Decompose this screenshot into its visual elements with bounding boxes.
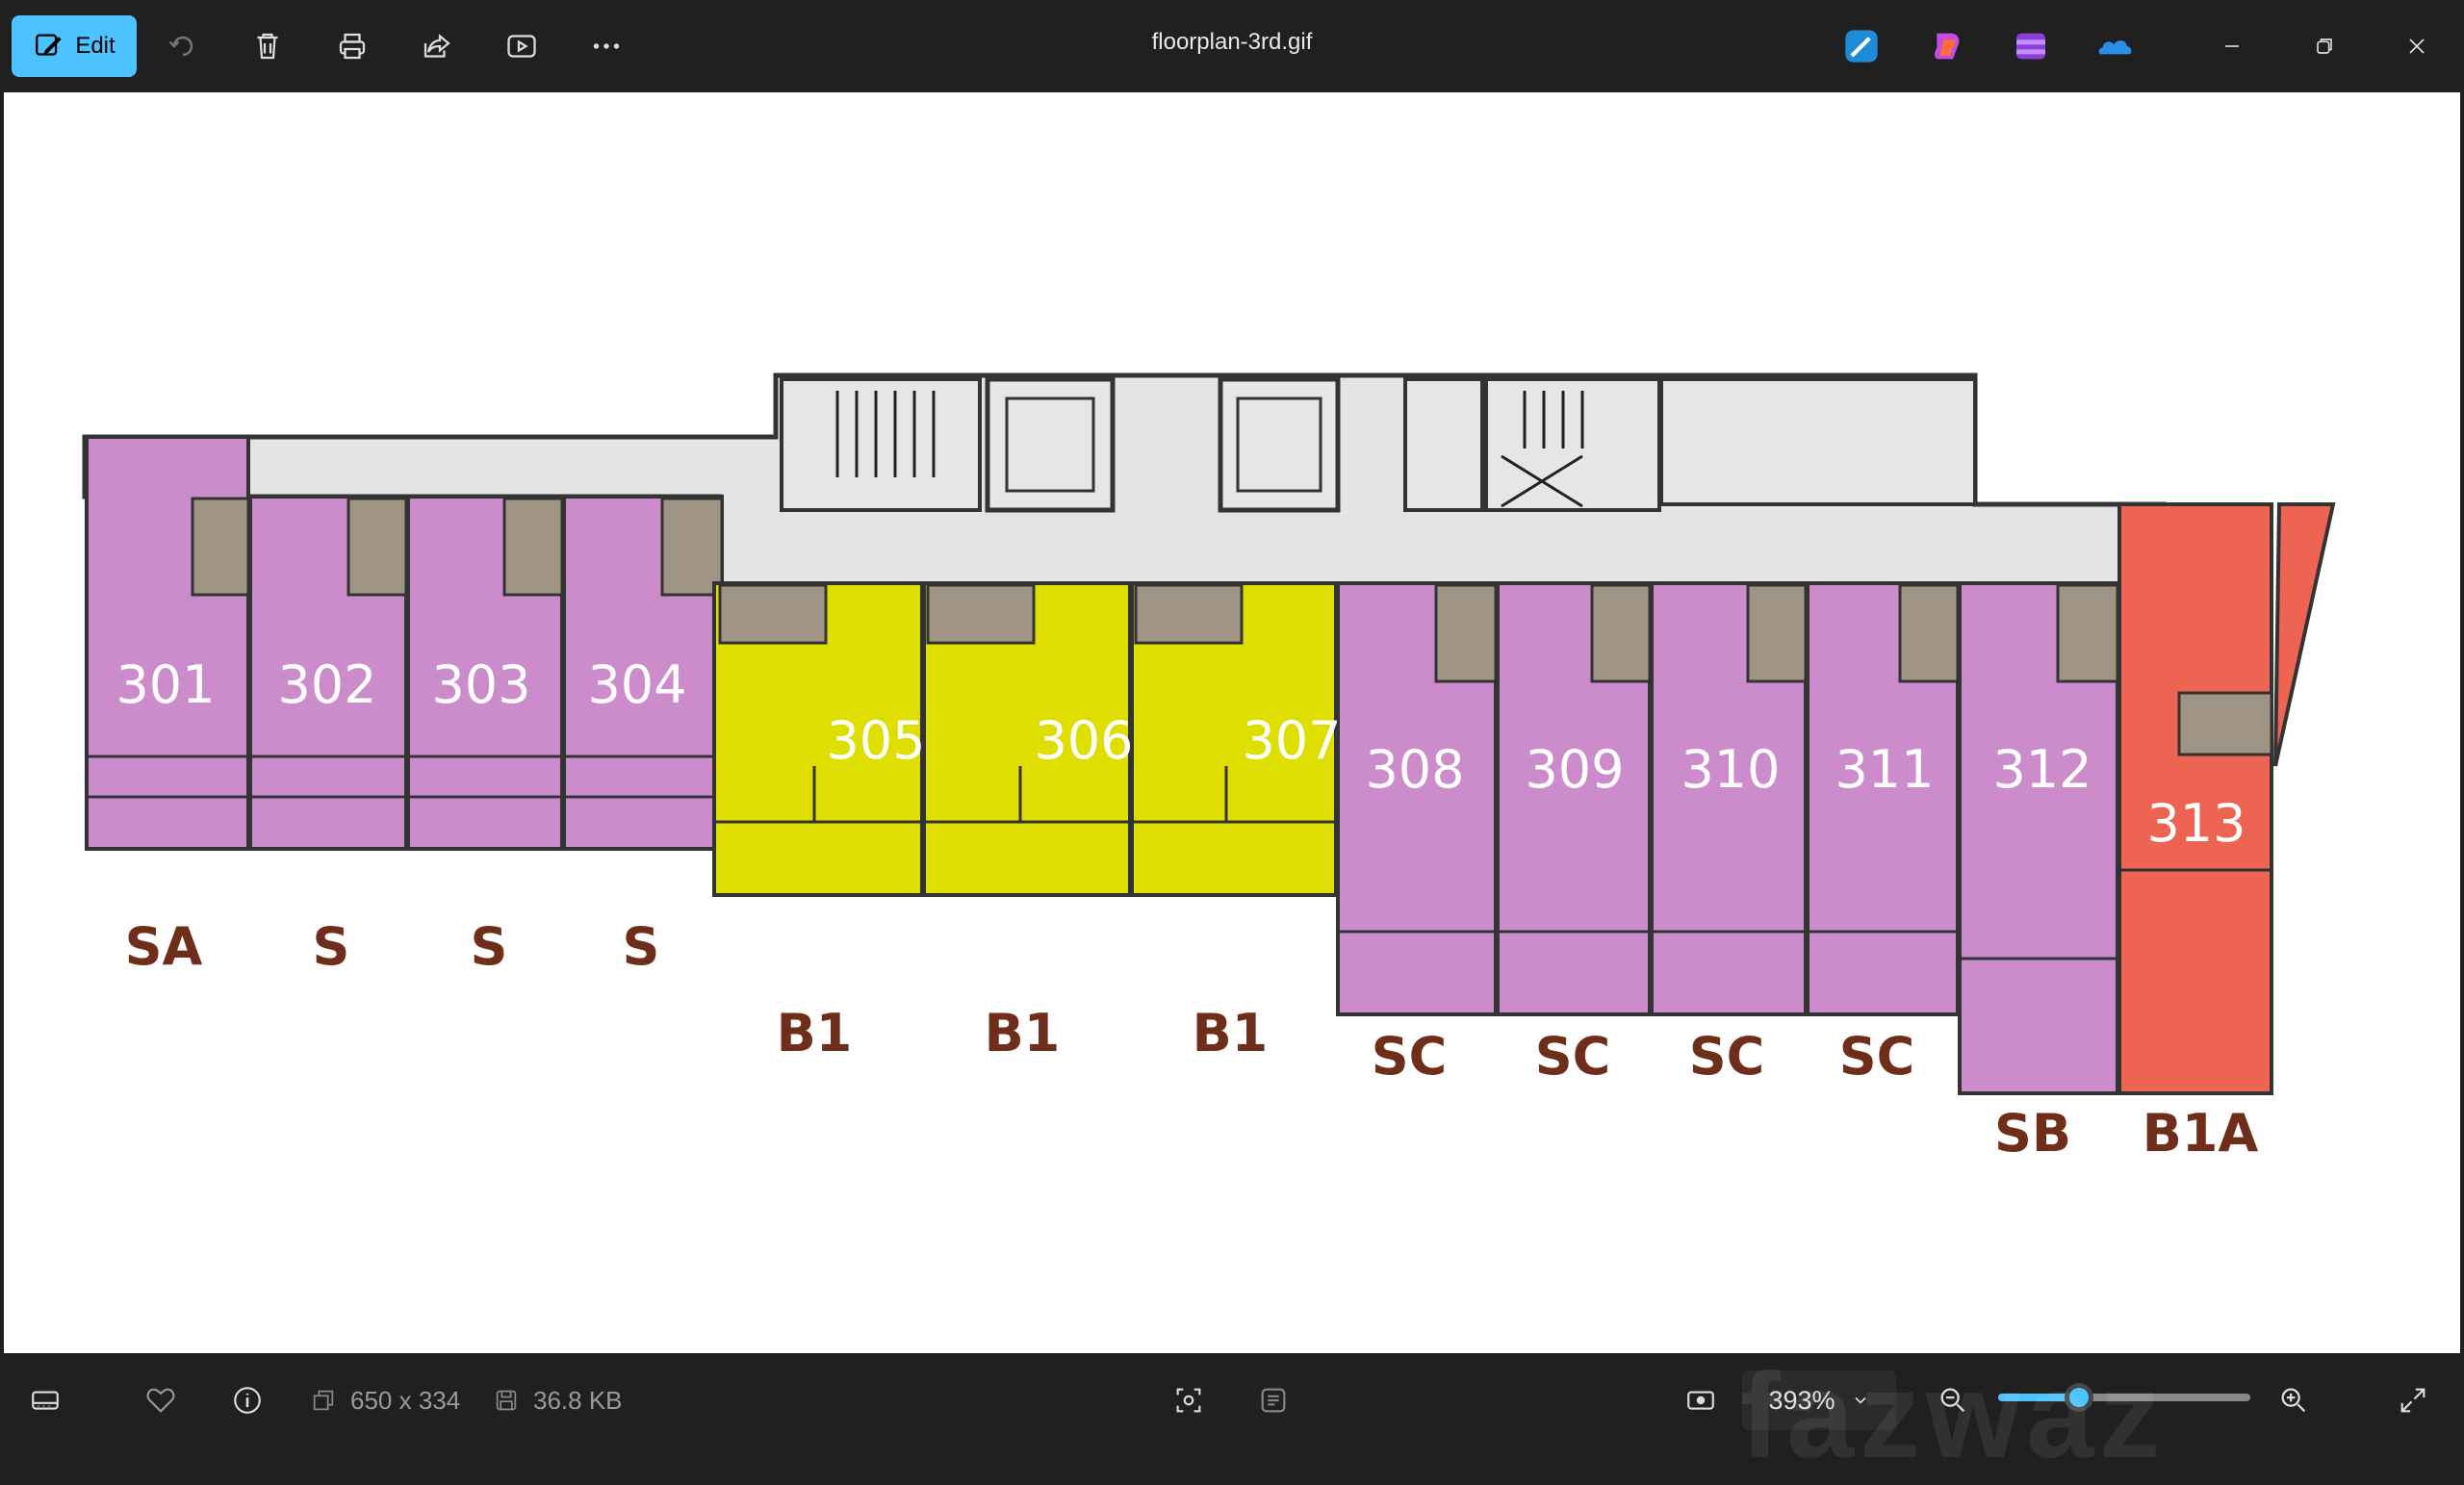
scan-text-icon xyxy=(1261,1388,1286,1413)
designer-app-icon[interactable] xyxy=(1842,27,1881,65)
restore-button[interactable] xyxy=(2281,19,2368,73)
floorplan-image: 301 302 303 304 305 306 307 308 309 310 … xyxy=(82,372,2336,1164)
unit-label: 313 xyxy=(2146,793,2246,854)
unit-label: 311 xyxy=(1835,739,1934,800)
unit-label: 307 xyxy=(1242,710,1341,771)
unit-label: 302 xyxy=(277,654,376,715)
unit-type-label: S xyxy=(471,916,508,977)
fit-to-window-button[interactable] xyxy=(1684,1370,1717,1430)
stair-core-right xyxy=(1484,377,1661,512)
bathroom xyxy=(1134,583,1244,645)
fit-screen-icon xyxy=(1687,1391,1714,1410)
unit-type-label: S xyxy=(313,916,350,977)
full-screen-button[interactable] xyxy=(2397,1370,2429,1430)
unit-type-label: B1 xyxy=(985,1003,1061,1063)
edit-button[interactable]: Edit xyxy=(12,15,137,77)
favorite-button[interactable] xyxy=(144,1370,177,1430)
close-button[interactable] xyxy=(2374,19,2460,73)
bathroom xyxy=(1590,583,1652,683)
share-icon xyxy=(424,34,450,58)
unit-type-label: S xyxy=(623,916,660,977)
bathroom xyxy=(1434,583,1498,683)
unit-type-label: SA xyxy=(125,916,203,977)
visual-search-button[interactable] xyxy=(1172,1370,1205,1430)
image-canvas[interactable]: 301 302 303 304 305 306 307 308 309 310 … xyxy=(4,92,2460,1353)
rotate-icon xyxy=(168,36,193,57)
scan-text-button[interactable] xyxy=(1257,1370,1290,1430)
unit-label: 305 xyxy=(826,710,925,771)
minimize-button[interactable] xyxy=(2189,19,2275,73)
unit-type-label: B1 xyxy=(777,1003,853,1063)
heart-icon xyxy=(146,1388,175,1413)
bathroom xyxy=(346,497,408,597)
unit-label: 308 xyxy=(1365,739,1464,800)
zoom-in-button[interactable] xyxy=(2277,1370,2310,1430)
file-size: 36.8 KB xyxy=(493,1370,623,1430)
unit-313-balcony xyxy=(2273,502,2336,767)
save-disk-icon xyxy=(496,1390,517,1411)
bathroom xyxy=(2177,691,2273,756)
share-button[interactable] xyxy=(406,15,468,77)
expand-icon xyxy=(2400,1388,2426,1413)
watermark: fazwaz xyxy=(1740,1347,2167,1483)
unit-label: 309 xyxy=(1525,739,1624,800)
unit-type-label: SC xyxy=(1372,1026,1448,1087)
edit-image-icon xyxy=(36,34,63,56)
window-title: floorplan-3rd.gif xyxy=(1151,29,1313,55)
dimensions-text: 650 x 334 xyxy=(350,1385,461,1415)
unit-type-label: B1 xyxy=(1193,1003,1269,1063)
info-icon xyxy=(234,1387,261,1414)
copilot-app-icon[interactable] xyxy=(1929,27,1967,65)
unit-type-label: B1A xyxy=(2143,1103,2259,1164)
bathroom xyxy=(502,497,564,597)
close-icon xyxy=(2409,38,2425,54)
service-room xyxy=(1403,377,1484,512)
unit-label: 312 xyxy=(1992,739,2092,800)
rotate-button[interactable] xyxy=(152,15,214,77)
delete-button[interactable] xyxy=(237,15,298,77)
bathroom xyxy=(718,583,828,645)
unit-label: 304 xyxy=(587,654,686,715)
unit-type-label: SC xyxy=(1535,1026,1611,1087)
onedrive-app-icon[interactable] xyxy=(2096,27,2135,65)
more-options-button[interactable] xyxy=(576,15,637,77)
slideshow-icon xyxy=(507,35,536,58)
image-dimensions: 650 x 334 xyxy=(310,1370,460,1430)
bathroom xyxy=(926,583,1036,645)
unit-label: 301 xyxy=(116,654,215,715)
bathroom xyxy=(660,497,724,597)
file-info-button[interactable] xyxy=(231,1370,264,1430)
bathroom xyxy=(191,497,250,597)
unit-type-label: SB xyxy=(1994,1103,2071,1164)
plant-room xyxy=(1659,377,1977,506)
file-size-text: 36.8 KB xyxy=(533,1385,623,1415)
filmstrip-icon xyxy=(32,1391,59,1410)
stair-core-left xyxy=(780,377,982,512)
unit-label: 306 xyxy=(1034,710,1133,771)
zoom-in-icon xyxy=(2281,1388,2306,1413)
dimensions-icon xyxy=(313,1390,334,1411)
edit-label: Edit xyxy=(75,33,116,59)
print-icon xyxy=(339,33,366,60)
title-bar: Edit floorplan-3rd.gif xyxy=(0,0,2464,92)
bathroom xyxy=(2056,583,2119,683)
more-icon xyxy=(593,43,620,49)
bathroom xyxy=(1746,583,1808,683)
unit-label: 303 xyxy=(431,654,530,715)
unit-label: 310 xyxy=(1681,739,1780,800)
minimize-icon xyxy=(2225,45,2239,47)
unit-type-label: SC xyxy=(1689,1026,1765,1087)
visual-search-icon xyxy=(1176,1388,1201,1413)
print-button[interactable] xyxy=(321,15,383,77)
filmstrip-button[interactable] xyxy=(29,1370,62,1430)
clipchamp-app-icon[interactable] xyxy=(2012,27,2050,65)
bathroom xyxy=(1898,583,1960,683)
slideshow-button[interactable] xyxy=(491,15,552,77)
trash-icon xyxy=(257,33,278,60)
unit-type-label: SC xyxy=(1839,1026,1915,1087)
restore-icon xyxy=(2317,38,2332,54)
